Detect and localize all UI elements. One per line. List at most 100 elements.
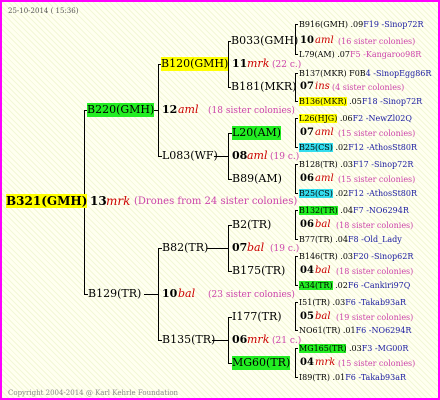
copyright: Copyright 2004-2014 @ Karl Kehrle Founda…: [8, 389, 179, 397]
l4-row[interactable]: B25(CS) .02F12 -AthosSt80R: [299, 141, 417, 155]
l4-row[interactable]: B128(TR) .03F17 -Sinop72R: [299, 158, 413, 172]
l3-generation: 06: [300, 219, 314, 230]
connector: [228, 133, 229, 179]
connector: [295, 24, 298, 25]
l2-mark: mrk: [247, 57, 270, 70]
l2-mark: mrk: [247, 333, 270, 346]
l3-note: (16 sister colonies): [338, 37, 416, 46]
connector: [295, 193, 298, 194]
l2-queen[interactable]: B135(TR): [162, 333, 215, 347]
l1-queen[interactable]: B129(TR): [88, 287, 141, 301]
l3-mark: bal: [315, 219, 331, 230]
l3-mark: mrk: [315, 357, 336, 368]
l1-generation: 10: [162, 287, 178, 300]
l4-row[interactable]: B146(TR) .03F20 -Sinop62R: [299, 250, 413, 264]
l3-queen[interactable]: B033(GMH): [231, 34, 298, 48]
connector: [295, 330, 298, 331]
connector: [144, 294, 158, 295]
l4-row[interactable]: L26(HJG) .06F2 -NewZl02Q: [299, 112, 412, 126]
l4-row[interactable]: B916(GMH) .09F19 -Sinop72R: [299, 18, 424, 32]
connector: [295, 164, 296, 193]
connector: [228, 225, 229, 271]
l1-queen[interactable]: B220(GMH): [87, 103, 155, 117]
l2-generation: 07: [232, 241, 248, 254]
connector: [158, 248, 159, 340]
connector: [295, 147, 298, 148]
l3-mark: bal: [315, 265, 331, 276]
l3-note: (19 sister colonies): [336, 313, 414, 322]
l4-row[interactable]: MG165(TR) .03F3 -MG00R: [299, 342, 408, 356]
root-mark: mrk: [106, 194, 131, 208]
connector: [295, 239, 298, 240]
connector: [295, 302, 298, 303]
connector: [295, 164, 298, 165]
l2-mark: bal: [247, 241, 265, 254]
connector: [295, 256, 296, 285]
l2-queen[interactable]: L083(WF): [162, 149, 218, 163]
connector: [295, 285, 298, 286]
l2-generation: 08: [232, 149, 248, 162]
l4-row[interactable]: B77(TR) .04F8 -Old_Lady: [299, 233, 402, 247]
l3-generation: 07: [300, 81, 314, 92]
connector: [295, 118, 296, 147]
l3-queen[interactable]: B2(TR): [232, 218, 271, 232]
l2-queen[interactable]: B120(GMH): [161, 57, 229, 71]
l4-row[interactable]: B132(TR) .04F7 -NO6294R: [299, 204, 409, 218]
connector: [228, 317, 229, 363]
connector: [295, 302, 296, 330]
report-date: 25-10-2014 ( 15:36): [8, 7, 79, 15]
l2-note: (21 c.): [272, 336, 302, 346]
pedigree-chart: { "header": "25-10-2014 ( 15:36)", "copy…: [0, 0, 440, 400]
l2-queen[interactable]: B82(TR): [162, 241, 208, 255]
l3-generation: 04: [300, 357, 314, 368]
l3-generation: 07: [300, 127, 314, 138]
l3-note: (18 sister colonies): [336, 267, 414, 276]
l3-note: (4 sister colonies): [332, 83, 405, 92]
l3-queen[interactable]: I177(TR): [232, 310, 282, 324]
l3-mark: aml: [315, 173, 334, 184]
l2-note: (19 c.): [270, 244, 300, 254]
connector: [158, 64, 159, 156]
l3-note: (15 sister colonies): [338, 175, 416, 184]
l3-queen[interactable]: B89(AM): [232, 172, 282, 186]
l4-row[interactable]: A34(TR) .02F6 -Cankiri97Q: [299, 279, 410, 293]
l2-note: (22 c.): [272, 60, 302, 70]
connector: [295, 377, 298, 378]
l3-generation: 10: [300, 35, 314, 46]
root-note: (Drones from 24 sister colonies): [134, 196, 298, 207]
l4-row[interactable]: I89(TR) .01F6 -Takab93aR: [299, 371, 406, 385]
l3-mark: ins: [315, 81, 330, 92]
connector: [295, 54, 298, 55]
l4-row[interactable]: B25(CS) .02F12 -AthosSt80R: [299, 187, 417, 201]
l4-row[interactable]: B136(MKR) .05F18 -Sinop72R: [299, 95, 422, 109]
connector: [295, 73, 298, 74]
l1-note: (23 sister colonies): [208, 290, 295, 300]
connector: [207, 248, 228, 249]
l3-generation: 05: [300, 311, 314, 322]
connector: [295, 118, 298, 119]
l3-queen[interactable]: L20(AM): [232, 126, 282, 140]
l2-mark: aml: [247, 149, 268, 162]
connector: [295, 210, 296, 239]
l1-mark: aml: [178, 103, 199, 116]
l3-note: (15 sister colonies): [338, 359, 416, 368]
connector: [295, 348, 298, 349]
l2-generation: 11: [232, 57, 248, 70]
l3-generation: 04: [300, 265, 314, 276]
l3-mark: bal: [315, 311, 331, 322]
l1-mark: bal: [178, 287, 196, 300]
l3-queen[interactable]: B175(TR): [232, 264, 285, 278]
l4-row[interactable]: L79(AM) .07F5 -Kangaroo98R: [299, 48, 421, 62]
l3-mark: aml: [315, 35, 334, 46]
connector: [295, 348, 296, 377]
l3-queen[interactable]: MG60(TR): [232, 356, 291, 370]
l4-row[interactable]: B137(MKR) F0B4 -SinopEgg86R: [299, 67, 431, 81]
l2-note: (19 c.): [270, 152, 300, 162]
root-queen[interactable]: B321(GMH): [6, 194, 88, 208]
l3-queen[interactable]: B181(MKR): [231, 80, 296, 94]
l1-note: (18 sister colonies): [208, 106, 295, 116]
l2-generation: 06: [232, 333, 248, 346]
l4-row[interactable]: I51(TR) .03F6 -Takab93aR: [299, 296, 406, 310]
l3-note: (15 sister colonies): [338, 129, 416, 138]
l4-row[interactable]: NO61(TR) .01F6 -NO6294R: [299, 324, 411, 338]
